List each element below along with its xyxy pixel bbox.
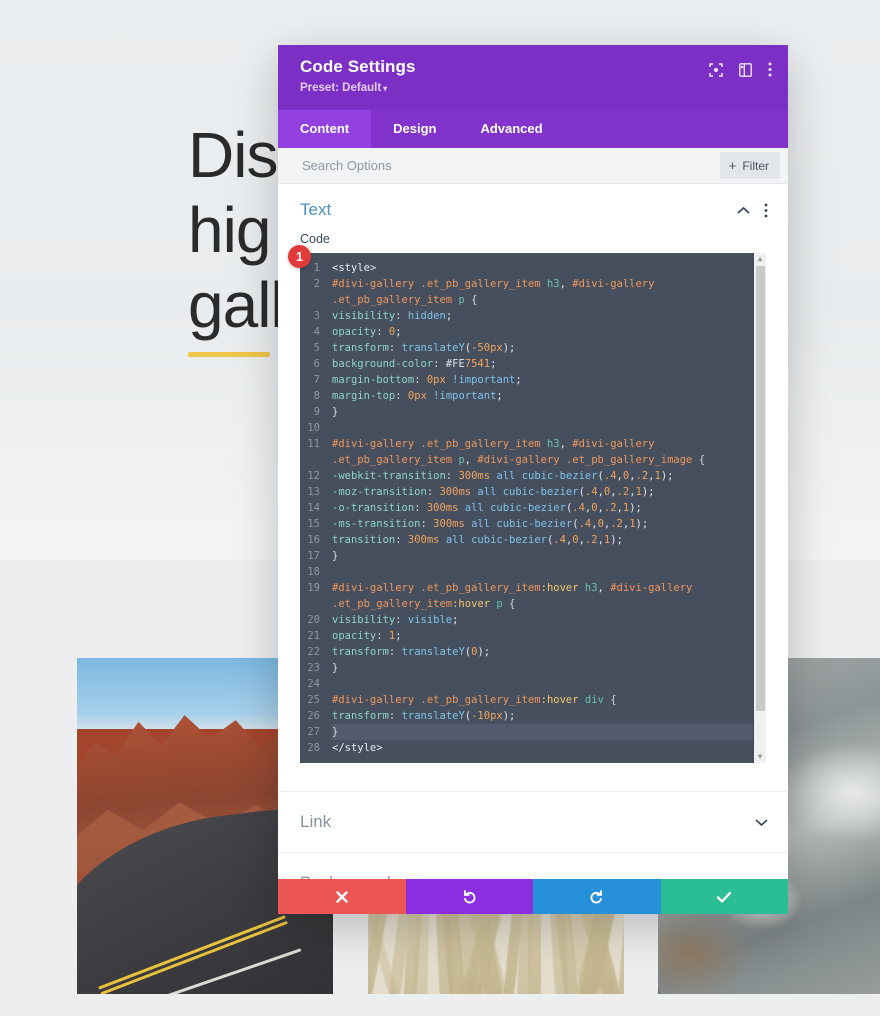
- preset-selector[interactable]: Preset: Default ▾: [300, 82, 709, 94]
- more-options-icon[interactable]: [768, 62, 772, 77]
- save-button[interactable]: [660, 879, 788, 914]
- tab-design[interactable]: Design: [371, 110, 458, 148]
- code-settings-modal: Code Settings Preset: Default▾ Content: [278, 45, 788, 914]
- search-input[interactable]: [300, 157, 720, 174]
- filter-button-label: Filter: [742, 158, 769, 173]
- scrollbar-thumb[interactable]: [755, 266, 765, 711]
- scroll-up-arrow[interactable]: ▲: [758, 255, 763, 263]
- layout-icon[interactable]: [739, 62, 752, 77]
- undo-button[interactable]: [405, 879, 533, 914]
- step-badge-1: 1: [288, 245, 311, 268]
- title-underline-rule: [188, 352, 270, 357]
- modal-tab-bar: Content Design Advanced: [278, 110, 788, 148]
- editor-scrollbar[interactable]: ▲ ▼: [753, 253, 766, 763]
- section-title: Text: [300, 200, 332, 219]
- scroll-down-arrow[interactable]: ▼: [758, 753, 763, 761]
- tab-advanced[interactable]: Advanced: [458, 110, 564, 148]
- expand-icon[interactable]: [709, 62, 723, 77]
- cancel-button[interactable]: [278, 879, 406, 914]
- modal-body: Text Code 1 12 3 4 5 6 7 8 9 10 11 12 13 14 15 16 17 1…: [278, 184, 788, 914]
- line-number-gutter: 12 3 4 5 6 7 8 9 10 11 12 13 14 15 16 17 18 19 20 21 22 23…: [300, 253, 326, 763]
- chevron-down-icon[interactable]: [755, 818, 768, 827]
- tab-content[interactable]: Content: [278, 110, 372, 148]
- more-options-icon[interactable]: [764, 203, 768, 218]
- redo-button[interactable]: [533, 879, 661, 914]
- modal-footer: [278, 879, 788, 914]
- modal-header: Code Settings Preset: Default ▾: [278, 45, 788, 110]
- preset-label: Preset: Default: [300, 81, 382, 94]
- accordion-link[interactable]: Link: [278, 792, 788, 853]
- accordion-link-label: Link: [300, 812, 332, 831]
- filter-button[interactable]: + Filter: [719, 152, 780, 179]
- section-header-text: Text: [278, 184, 788, 232]
- code-editor-wrap: 1 12 3 4 5 6 7 8 9 10 11 12 13 14 15 16 17 18 19 20 21 22…: [278, 245, 788, 763]
- code-content[interactable]: <style> #divi-gallery .et_pb_gallery_item…: [326, 253, 753, 763]
- plus-icon: +: [728, 158, 737, 173]
- modal-title: Code Settings: [300, 57, 416, 76]
- chevron-up-icon[interactable]: [737, 206, 750, 215]
- code-field-label: Code: [300, 232, 330, 246]
- code-editor[interactable]: 12 3 4 5 6 7 8 9 10 11 12 13 14 15 16 17 18 19 20 21 22 23…: [300, 253, 766, 763]
- search-bar: + Filter: [278, 148, 788, 184]
- chevron-down-icon: ▾: [383, 83, 388, 93]
